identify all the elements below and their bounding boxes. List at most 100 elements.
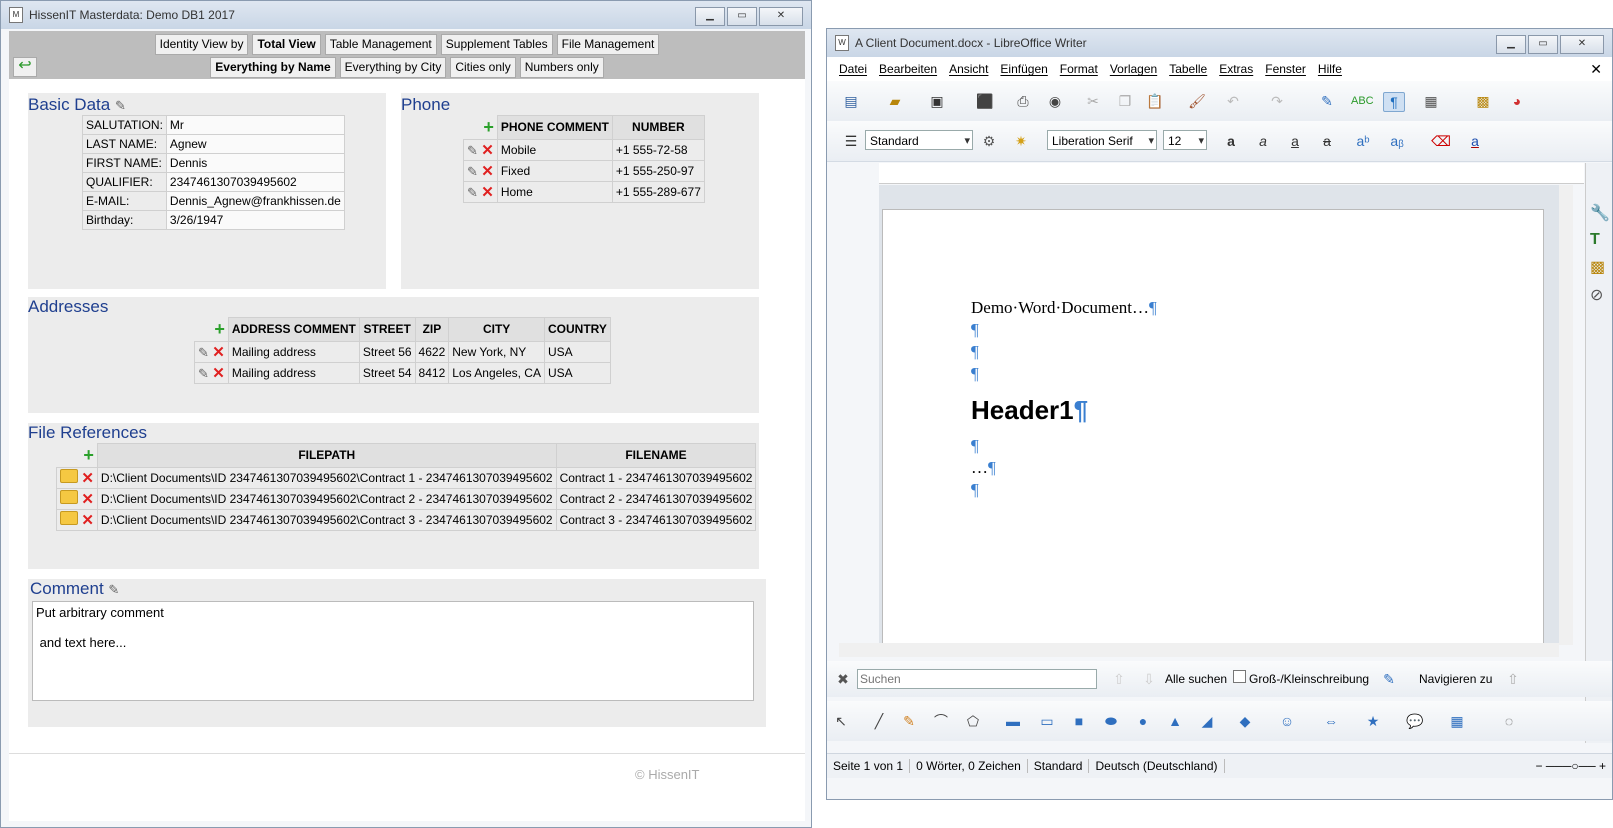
find-replace-icon[interactable]: ✎ <box>1317 92 1337 110</box>
close-find-icon[interactable]: ✖ <box>833 670 853 688</box>
menu-item[interactable]: Einfügen <box>1000 62 1047 76</box>
delete-x-icon[interactable]: ✕ <box>81 470 94 487</box>
print-preview-icon[interactable]: ◉ <box>1045 92 1065 110</box>
file-path[interactable]: D:\Client Documents\ID 23474613070394956… <box>96 466 557 489</box>
superscript-icon[interactable]: aᵇ <box>1353 132 1373 150</box>
delete-x-icon[interactable]: ✕ <box>81 491 94 508</box>
open-folder-icon[interactable]: ▰ <box>885 92 905 110</box>
zoom-slider[interactable]: − ───○── + <box>1530 759 1612 773</box>
redo-icon[interactable]: ↷ <box>1267 92 1287 110</box>
export-pdf-icon[interactable]: ⬛ <box>975 92 995 110</box>
subscript-icon[interactable]: aᵦ <box>1387 132 1407 150</box>
spelling-icon[interactable]: ABC <box>1351 92 1374 110</box>
search-input[interactable] <box>857 669 1097 689</box>
rectangle-icon[interactable]: ▬ <box>1003 712 1023 730</box>
horizontal-ruler[interactable] <box>879 163 1584 184</box>
menu-item[interactable]: Hilfe <box>1318 62 1342 76</box>
back-arrow-icon[interactable]: ↩ <box>13 57 37 77</box>
print-icon[interactable]: ⎙ <box>1013 92 1033 110</box>
delete-x-icon[interactable]: ✕ <box>481 184 494 201</box>
close-document-icon[interactable]: ✕ <box>1590 61 1602 78</box>
find-next-icon[interactable]: ⇩ <box>1139 670 1159 688</box>
styles-t-icon[interactable]: T <box>1590 231 1608 249</box>
edit-pencil-icon[interactable]: ✎ <box>198 345 209 360</box>
add-address-icon[interactable]: + <box>214 319 225 339</box>
nav-top-button[interactable]: Supplement Tables <box>440 34 553 55</box>
file-path[interactable]: D:\Client Documents\ID 23474613070394956… <box>96 508 557 531</box>
menu-item[interactable]: Bearbeiten <box>879 62 937 76</box>
properties-wrench-icon[interactable]: 🔧 <box>1590 203 1610 223</box>
navigate-to-label[interactable]: Navigieren zu <box>1419 672 1492 686</box>
nav-top-button[interactable]: Total View <box>252 34 321 55</box>
bold-icon[interactable]: a <box>1221 132 1241 150</box>
font-size-select[interactable]: 12 <box>1163 130 1207 151</box>
cut-icon[interactable]: ✂ <box>1083 92 1103 110</box>
smiley-icon[interactable]: ☺ <box>1277 712 1297 730</box>
maximize-button[interactable]: ▭ <box>727 7 757 26</box>
select-arrow-icon[interactable]: ↖ <box>831 712 851 730</box>
star-icon[interactable]: ★ <box>1363 712 1383 730</box>
square-icon[interactable]: ■ <box>1069 712 1089 730</box>
curve-icon[interactable]: ⌒ <box>931 712 951 730</box>
ellipse-icon[interactable]: ⬬ <box>1101 712 1121 730</box>
copy-icon[interactable]: ❐ <box>1115 92 1135 110</box>
gallery-icon[interactable]: ▩ <box>1590 257 1608 277</box>
flowchart-icon[interactable]: ▦ <box>1447 712 1467 730</box>
clone-formatting-icon[interactable]: 🖌 <box>1187 92 1207 110</box>
right-triangle-icon[interactable]: ◢ <box>1197 712 1217 730</box>
edit-pencil-icon[interactable]: ✎ <box>467 143 478 158</box>
file-name[interactable]: Contract 1 - 2347461307039495602 <box>555 466 757 489</box>
undo-icon[interactable]: ↶ <box>1223 92 1243 110</box>
rounded-rectangle-icon[interactable]: ▭ <box>1037 712 1057 730</box>
edit-pencil-icon[interactable]: ✎ <box>115 98 126 113</box>
save-icon[interactable]: ▣ <box>927 92 947 110</box>
open-folder-icon[interactable] <box>60 510 78 525</box>
minimize-button[interactable]: ▁ <box>695 7 725 26</box>
navigate-up-icon[interactable]: ⇧ <box>1503 670 1523 688</box>
vertical-scrollbar[interactable] <box>1559 185 1573 645</box>
writer-maximize-button[interactable]: ▭ <box>1528 35 1558 54</box>
delete-x-icon[interactable]: ✕ <box>481 163 494 180</box>
double-arrow-icon[interactable]: ⇔ <box>1321 712 1341 730</box>
delete-x-icon[interactable]: ✕ <box>212 344 225 361</box>
nav-bottom-button[interactable]: Cities only <box>450 57 516 78</box>
clear-formatting-icon[interactable]: ⌫ <box>1431 132 1451 150</box>
comment-bubble-icon[interactable]: ◌ <box>1499 712 1519 730</box>
insert-chart-icon[interactable]: ◕ <box>1507 92 1527 110</box>
find-replace-small-icon[interactable]: ✎ <box>1379 670 1399 688</box>
add-phone-icon[interactable]: + <box>483 117 494 137</box>
diamond-icon[interactable]: ◆ <box>1235 712 1255 730</box>
strikethrough-icon[interactable]: a <box>1317 132 1337 150</box>
new-style-icon[interactable]: ✷ <box>1011 132 1031 150</box>
document-page[interactable]: Demo·Word·Document…¶ ¶ ¶ ¶ Header1¶ ¶ …¶… <box>882 209 1544 645</box>
insert-table-icon[interactable]: ▦ <box>1421 92 1441 110</box>
font-color-icon[interactable]: a <box>1465 132 1485 150</box>
delete-x-icon[interactable]: ✕ <box>212 365 225 382</box>
line-icon[interactable]: ╱ <box>869 712 889 730</box>
paragraph-style-select[interactable]: Standard <box>865 130 973 151</box>
open-folder-icon[interactable] <box>60 489 78 504</box>
nav-top-button[interactable]: Identity View by <box>154 34 249 55</box>
circle-icon[interactable]: ● <box>1133 712 1153 730</box>
find-previous-icon[interactable]: ⇧ <box>1109 670 1129 688</box>
delete-x-icon[interactable]: ✕ <box>81 512 94 529</box>
writer-minimize-button[interactable]: ▁ <box>1496 35 1526 54</box>
underline-icon[interactable]: a <box>1285 132 1305 150</box>
delete-x-icon[interactable]: ✕ <box>481 142 494 159</box>
edit-pencil-icon[interactable]: ✎ <box>467 185 478 200</box>
menu-item[interactable]: Extras <box>1219 62 1253 76</box>
open-folder-icon[interactable] <box>60 468 78 483</box>
close-button[interactable]: ✕ <box>759 7 803 26</box>
styles-icon[interactable]: ☰ <box>841 132 861 150</box>
nav-bottom-button[interactable]: Everything by City <box>339 57 447 78</box>
file-path[interactable]: D:\Client Documents\ID 23474613070394956… <box>96 487 557 510</box>
horizontal-scrollbar[interactable] <box>839 643 1559 657</box>
formatting-marks-icon[interactable]: ¶ <box>1383 92 1405 112</box>
find-all-button[interactable]: Alle suchen <box>1165 672 1227 686</box>
menu-item[interactable]: Tabelle <box>1169 62 1207 76</box>
navigator-compass-icon[interactable]: ⊘ <box>1590 285 1608 305</box>
comment-textarea[interactable]: Put arbitrary comment and text here... <box>32 601 754 701</box>
nav-top-button[interactable]: File Management <box>556 34 660 55</box>
nav-top-button[interactable]: Table Management <box>324 34 437 55</box>
triangle-icon[interactable]: ▲ <box>1165 712 1185 730</box>
